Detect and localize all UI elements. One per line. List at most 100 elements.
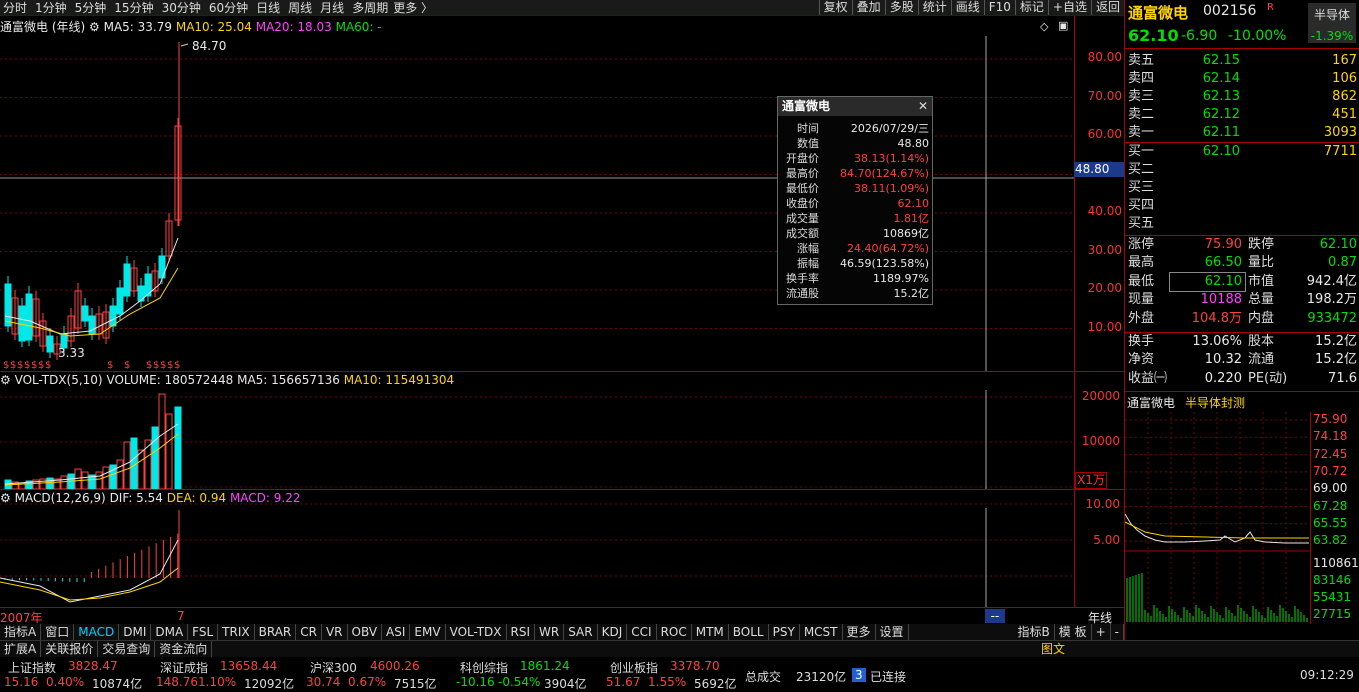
stat-label: 净资	[1128, 352, 1155, 368]
vol-indicator-name: VOL-TDX(5,10)	[14, 373, 103, 387]
extension-tab[interactable]: 资金流向	[155, 641, 213, 658]
period-tab[interactable]: 5分钟	[72, 0, 112, 16]
period-tab[interactable]: 日线	[253, 0, 285, 16]
period-tab[interactable]: 月线	[317, 0, 349, 16]
indicator-tab[interactable]: 设置	[876, 624, 909, 640]
period-tab[interactable]: 60分钟	[206, 0, 253, 16]
connection-badge: 3	[852, 668, 866, 682]
indicator-tab[interactable]: CCI	[627, 624, 657, 640]
gear-icon[interactable]: ⚙	[89, 20, 100, 34]
macd-panel[interactable]: ⚙ MACD(12,26,9) DIF: 5.54 DEA: 0.94 MACD…	[0, 490, 1075, 607]
period-tab[interactable]: 多周期	[349, 0, 393, 16]
market-amount: 10874亿	[92, 677, 143, 691]
indicator-tab[interactable]: BRAR	[255, 624, 297, 640]
volume-chart[interactable]	[0, 372, 1074, 489]
window-icon[interactable]: ▣	[1058, 19, 1068, 32]
macd-header: ⚙ MACD(12,26,9) DIF: 5.54 DEA: 0.94 MACD…	[0, 491, 301, 505]
indicator-tab[interactable]: OBV	[348, 624, 383, 640]
indicator-tab[interactable]: ROC	[657, 624, 692, 640]
toolbar-button[interactable]: 叠加	[851, 0, 885, 15]
market-name[interactable]: 深证成指	[160, 659, 208, 676]
toolbar-button[interactable]: 画线	[950, 0, 984, 15]
ask-book: 卖五 62.15 167 卖四 62.14 106 卖三 62.13 862 卖二 62.12 451…	[1125, 49, 1359, 143]
volume-bar	[116, 459, 124, 489]
indicator-tail-button[interactable]: 指标B	[1014, 624, 1055, 640]
ask-row[interactable]: 卖四 62.14 106	[1125, 70, 1359, 88]
indicator-tab[interactable]: MCST	[800, 624, 843, 640]
bid-row[interactable]: 买五	[1125, 215, 1359, 233]
indicator-tab[interactable]: ASI	[382, 624, 411, 640]
indicator-tab[interactable]: 更多	[843, 624, 876, 640]
extension-tab[interactable]: 扩展A	[0, 641, 42, 658]
quote-price: 62.10	[1128, 26, 1179, 45]
toolbar-button[interactable]: 统计	[917, 0, 951, 15]
market-amount: 12092亿	[244, 677, 295, 691]
macd-chart[interactable]	[0, 490, 1074, 607]
sector-box[interactable]: 半导体 -1.39%	[1308, 3, 1356, 43]
market-name[interactable]: 创业板指	[610, 659, 658, 676]
indicator-tab[interactable]: TRIX	[218, 624, 255, 640]
indicator-tab[interactable]: MACD	[74, 624, 120, 640]
indicator-tab[interactable]: MTM	[692, 624, 729, 640]
cursor-date-label: --	[985, 609, 1005, 623]
bid-row[interactable]: 买二	[1125, 161, 1359, 179]
toolbar-button[interactable]: 返回	[1090, 0, 1124, 15]
tooltip-key: 振幅	[797, 257, 819, 270]
toolbar-button[interactable]: F10	[983, 0, 1015, 15]
cursor-price-label: 48.80	[1074, 162, 1125, 177]
period-tab[interactable]: 周线	[285, 0, 317, 16]
toolbar-button[interactable]: 标记	[1014, 0, 1048, 15]
extension-tab[interactable]: 交易查询	[98, 641, 156, 658]
indicator-tab[interactable]: KDJ	[598, 624, 628, 640]
indicator-tab[interactable]: SAR	[564, 624, 598, 640]
market-name[interactable]: 沪深300	[310, 659, 357, 676]
diamond-icon[interactable]: ◇	[1040, 20, 1048, 33]
gear-icon[interactable]: ⚙	[0, 491, 11, 505]
indicator-tab[interactable]: 窗口	[41, 624, 75, 640]
bid-row[interactable]: 买四	[1125, 197, 1359, 215]
indicator-tab[interactable]: VR	[322, 624, 348, 640]
ask-row[interactable]: 卖五 62.15 167	[1125, 52, 1359, 70]
period-tab[interactable]: 30分钟	[159, 0, 206, 16]
indicator-tab[interactable]: PSY	[769, 624, 800, 640]
close-icon[interactable]: ✕	[918, 97, 928, 116]
toolbar-button[interactable]: 多股	[884, 0, 918, 15]
gear-icon[interactable]: ⚙	[0, 373, 11, 387]
period-tab[interactable]: 15分钟	[111, 0, 158, 16]
more-periods-button[interactable]: 更多 〉	[393, 0, 433, 16]
indicator-tail-button[interactable]: +	[1092, 624, 1111, 640]
indicator-tab[interactable]: FSL	[188, 624, 219, 640]
market-name[interactable]: 科创综指	[460, 659, 508, 676]
period-tab[interactable]: 1分钟	[32, 0, 72, 16]
toolbar-button[interactable]: +自选	[1047, 0, 1091, 15]
indicator-tab[interactable]: WR	[535, 624, 565, 640]
dea-line	[0, 567, 179, 601]
period-tab[interactable]: 分时	[0, 0, 32, 16]
bid-row[interactable]: 买一 62.10 7711	[1125, 143, 1359, 161]
indicator-tab[interactable]: RSI	[507, 624, 536, 640]
mini-intraday-chart[interactable]	[1125, 412, 1309, 624]
indicator-tab[interactable]: 指标A	[0, 624, 42, 640]
indicator-tab[interactable]: DMA	[151, 624, 189, 640]
indicator-tab[interactable]: VOL-TDX	[446, 624, 507, 640]
quote-stats: 涨停 75.90 跌停 62.10 最高 66.50 量比 0.87 最低 62.10 市值 942.…	[1125, 236, 1359, 333]
graphic-text-button[interactable]: 图文	[1037, 641, 1069, 658]
ask-row[interactable]: 卖二 62.12 451	[1125, 106, 1359, 124]
indicator-tab[interactable]: CR	[296, 624, 322, 640]
indicator-tab[interactable]: EMV	[410, 624, 446, 640]
ask-row[interactable]: 卖三 62.13 862	[1125, 88, 1359, 106]
indicator-tab[interactable]: BOLL	[729, 624, 769, 640]
bid-row[interactable]: 买三	[1125, 179, 1359, 197]
sector-name: 半导体	[1313, 8, 1350, 22]
indicator-tail-button[interactable]: -	[1111, 624, 1124, 640]
volume-panel[interactable]: ⚙ VOL-TDX(5,10) VOLUME: 180572448 MA5: 1…	[0, 372, 1075, 489]
extension-tab[interactable]: 关联报价	[41, 641, 99, 658]
market-name[interactable]: 上证指数	[8, 659, 56, 676]
toolbar-button[interactable]: 复权	[818, 0, 852, 15]
tooltip-value: 46.59(123.58%)	[839, 257, 929, 270]
mini-intraday[interactable]: 通富微电 半导体封测 75.90 74.18 72.45 70.72 69.00 67.2…	[1125, 392, 1359, 631]
ask-row[interactable]: 卖一 62.11 3093	[1125, 124, 1359, 142]
bid-price	[1180, 215, 1240, 233]
indicator-tab[interactable]: DMI	[119, 624, 152, 640]
indicator-tail-button[interactable]: 模 板	[1055, 624, 1092, 640]
